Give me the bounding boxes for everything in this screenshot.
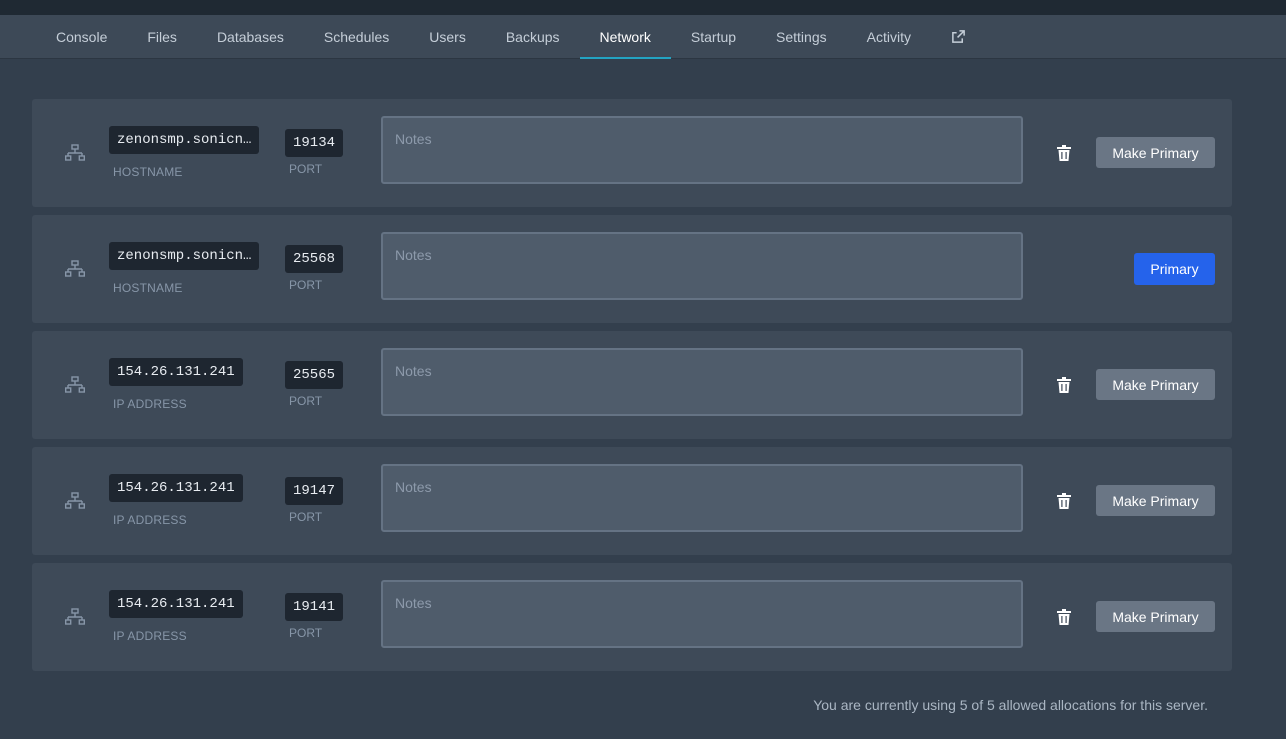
trash-icon[interactable]	[1057, 377, 1071, 393]
tab-backups[interactable]: Backups	[486, 15, 580, 58]
tab-network[interactable]: Network	[579, 15, 672, 59]
ip-address-value[interactable]: 154.26.131.241	[109, 474, 243, 502]
allocation-row: 154.26.131.241 IP ADDRESS 19147 PORT Mak…	[32, 447, 1232, 555]
tab-console[interactable]: Console	[36, 15, 127, 58]
make-primary-button[interactable]: Make Primary	[1096, 137, 1215, 168]
top-bar	[0, 0, 1286, 15]
port-label: PORT	[289, 394, 323, 408]
trash-icon[interactable]	[1057, 609, 1071, 625]
port-value[interactable]: 25568	[285, 245, 344, 273]
port-value[interactable]: 19134	[285, 129, 344, 157]
port-value[interactable]: 19147	[285, 477, 344, 505]
ip-address-label: IP ADDRESS	[113, 397, 187, 411]
ip-address-value[interactable]: 154.26.131.241	[109, 358, 243, 386]
trash-icon[interactable]	[1057, 493, 1071, 509]
network-icon	[65, 144, 85, 161]
allocation-usage-text: You are currently using 5 of 5 allowed a…	[813, 697, 1208, 713]
notes-input[interactable]	[381, 116, 1023, 184]
ip-address-value[interactable]: 154.26.131.241	[109, 590, 243, 618]
external-link-icon	[952, 30, 965, 43]
hostname-value[interactable]: zenonsmp.sonicn…	[109, 126, 260, 154]
tab-settings[interactable]: Settings	[756, 15, 847, 58]
tab-schedules[interactable]: Schedules	[304, 15, 409, 58]
tab-users[interactable]: Users	[409, 15, 486, 58]
network-icon	[65, 376, 85, 393]
notes-input[interactable]	[381, 232, 1023, 300]
ip-address-label: IP ADDRESS	[113, 629, 187, 643]
tab-activity[interactable]: Activity	[847, 15, 931, 58]
ip-address-label: IP ADDRESS	[113, 513, 187, 527]
tab-databases[interactable]: Databases	[197, 15, 304, 58]
port-value[interactable]: 19141	[285, 593, 344, 621]
notes-input[interactable]	[381, 464, 1023, 532]
allocation-row: 154.26.131.241 IP ADDRESS 25565 PORT Mak…	[32, 331, 1232, 439]
network-icon	[65, 260, 85, 277]
trash-icon[interactable]	[1057, 145, 1071, 161]
tab-startup[interactable]: Startup	[671, 15, 756, 58]
allocations-list: zenonsmp.sonicn… HOSTNAME 19134 PORT Mak…	[32, 99, 1232, 679]
network-icon	[65, 608, 85, 625]
port-label: PORT	[289, 162, 323, 176]
server-subnav: Console Files Databases Schedules Users …	[0, 15, 1286, 59]
port-label: PORT	[289, 510, 323, 524]
hostname-label: HOSTNAME	[113, 281, 183, 295]
port-value[interactable]: 25565	[285, 361, 344, 389]
tab-external-link[interactable]	[931, 15, 986, 58]
allocation-row: zenonsmp.sonicn… HOSTNAME 19134 PORT Mak…	[32, 99, 1232, 207]
notes-input[interactable]	[381, 348, 1023, 416]
notes-input[interactable]	[381, 580, 1023, 648]
primary-button[interactable]: Primary	[1134, 253, 1215, 285]
allocation-row: 154.26.131.241 IP ADDRESS 19141 PORT Mak…	[32, 563, 1232, 671]
hostname-label: HOSTNAME	[113, 165, 183, 179]
network-icon	[65, 492, 85, 509]
make-primary-button[interactable]: Make Primary	[1096, 485, 1215, 516]
hostname-value[interactable]: zenonsmp.sonicn…	[109, 242, 260, 270]
make-primary-button[interactable]: Make Primary	[1096, 601, 1215, 632]
allocation-row: zenonsmp.sonicn… HOSTNAME 25568 PORT Pri…	[32, 215, 1232, 323]
port-label: PORT	[289, 626, 323, 640]
port-label: PORT	[289, 278, 323, 292]
make-primary-button[interactable]: Make Primary	[1096, 369, 1215, 400]
tab-files[interactable]: Files	[127, 15, 197, 58]
